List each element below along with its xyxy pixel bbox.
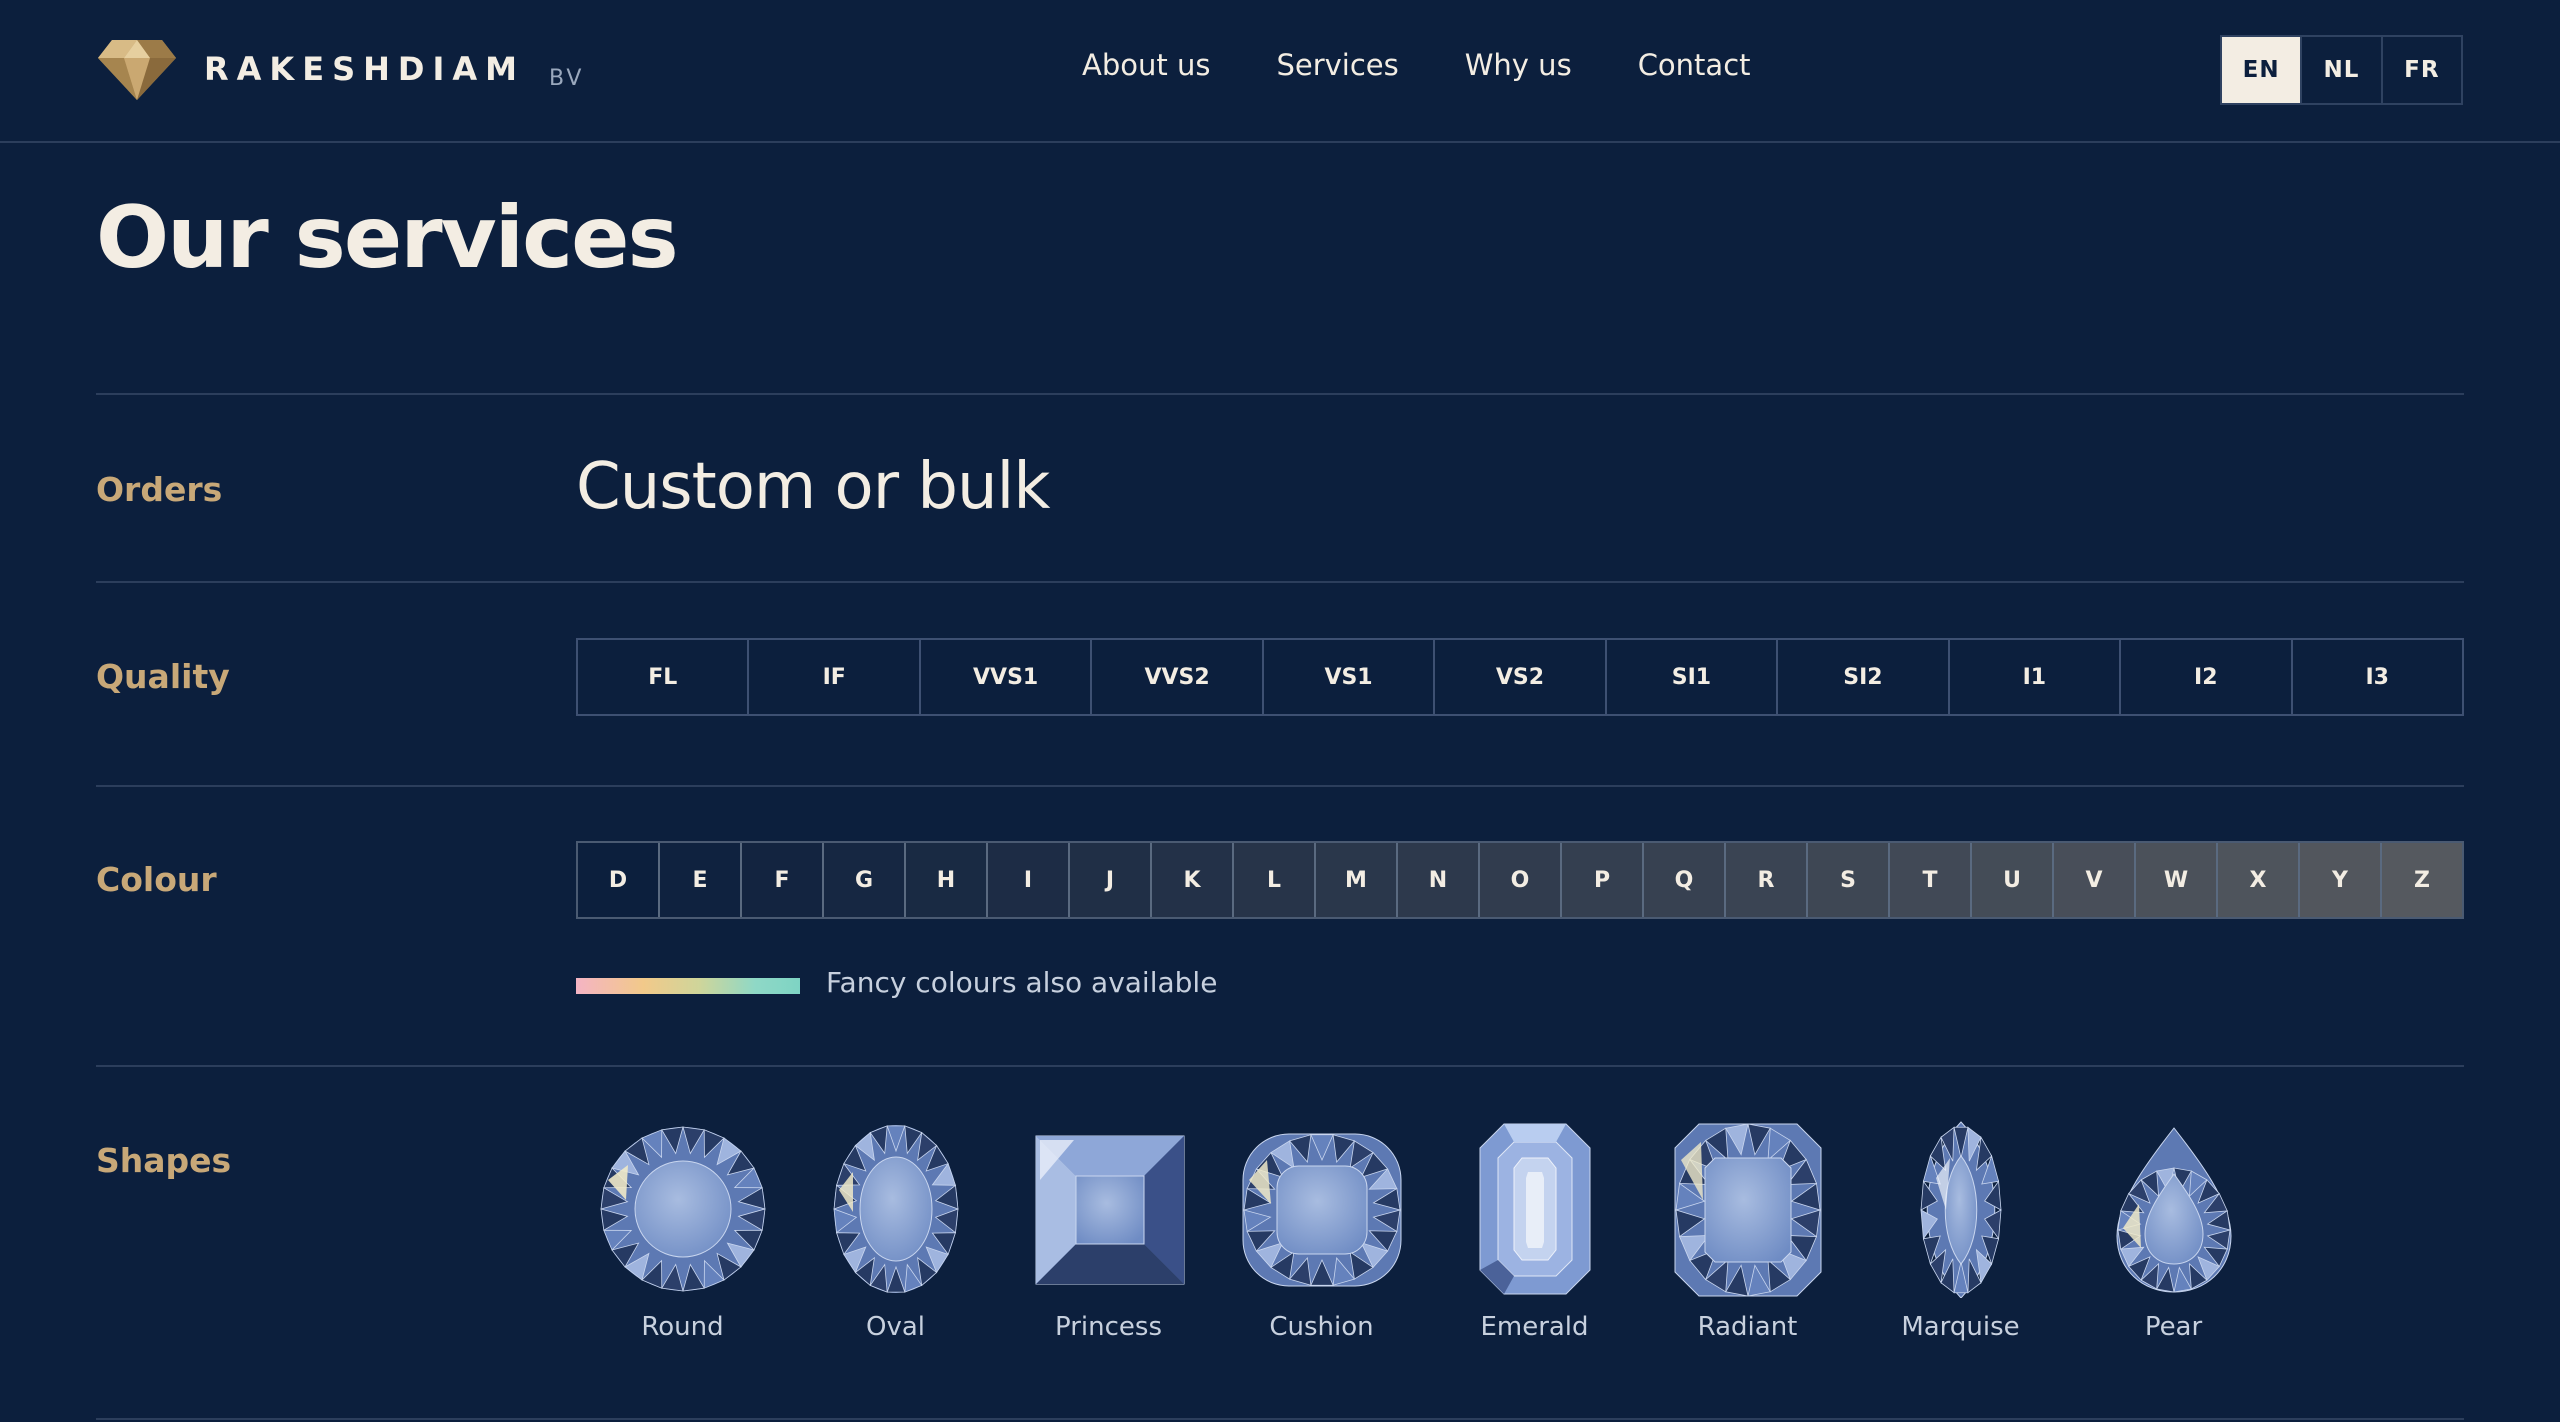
colour-grade-o[interactable]: O	[1480, 843, 1562, 917]
colour-grade-r[interactable]: R	[1726, 843, 1808, 917]
quality-grade-si1[interactable]: SI1	[1607, 640, 1779, 714]
colour-grade-q[interactable]: Q	[1644, 843, 1726, 917]
quality-grade-grid: FL IF VVS1 VVS2 VS1 VS2 SI1 SI2 I1 I2 I3	[576, 638, 2464, 716]
site-header: RAKESHDIAM BV About us Services Why us C…	[0, 0, 2560, 143]
divider	[96, 1418, 2464, 1420]
divider	[96, 785, 2464, 787]
nav-about-us[interactable]: About us	[1082, 48, 1210, 82]
orders-label: Orders	[96, 470, 223, 509]
divider	[96, 581, 2464, 583]
diamond-logo-icon	[98, 40, 176, 100]
quality-grade-fl[interactable]: FL	[578, 640, 750, 714]
language-fr-button[interactable]: FR	[2383, 37, 2461, 103]
nav-contact[interactable]: Contact	[1638, 48, 1751, 82]
quality-grade-i3[interactable]: I3	[2293, 640, 2462, 714]
quality-grade-vvs2[interactable]: VVS2	[1092, 640, 1264, 714]
quality-grade-i2[interactable]: I2	[2121, 640, 2293, 714]
orders-value: Custom or bulk	[576, 450, 1050, 524]
colour-grade-h[interactable]: H	[906, 843, 988, 917]
colour-label: Colour	[96, 860, 217, 899]
princess-diamond-icon	[1035, 1135, 1184, 1285]
marquise-diamond-icon	[1920, 1121, 2001, 1298]
colour-grade-g[interactable]: G	[824, 843, 906, 917]
shapes-list: Round Oval Princess Cushion Emerald Radiant Ma…	[576, 1120, 2280, 1342]
colour-grade-y[interactable]: Y	[2300, 843, 2382, 917]
quality-grade-si2[interactable]: SI2	[1778, 640, 1950, 714]
quality-label: Quality	[96, 657, 230, 696]
main-nav: About us Services Why us Contact	[1082, 48, 1751, 82]
colour-grade-e[interactable]: E	[660, 843, 742, 917]
quality-grade-vs1[interactable]: VS1	[1264, 640, 1436, 714]
shape-emerald[interactable]: Emerald	[1428, 1120, 1641, 1342]
colour-grade-k[interactable]: K	[1152, 843, 1234, 917]
language-nl-button[interactable]: NL	[2302, 37, 2383, 103]
colour-grade-m[interactable]: M	[1316, 843, 1398, 917]
colour-grade-l[interactable]: L	[1234, 843, 1316, 917]
quality-grade-i1[interactable]: I1	[1950, 640, 2122, 714]
page-title: Our services	[96, 188, 679, 288]
colour-grade-z[interactable]: Z	[2382, 843, 2462, 917]
shape-round[interactable]: Round	[576, 1120, 789, 1342]
colour-grade-i[interactable]: I	[988, 843, 1070, 917]
shape-marquise[interactable]: Marquise	[1854, 1120, 2067, 1342]
shape-label: Oval	[865, 1312, 925, 1342]
colour-grade-f[interactable]: F	[742, 843, 824, 917]
shape-pear[interactable]: Pear	[2067, 1120, 2280, 1342]
quality-grade-vs2[interactable]: VS2	[1435, 640, 1607, 714]
nav-why-us[interactable]: Why us	[1465, 48, 1572, 82]
colour-grade-n[interactable]: N	[1398, 843, 1480, 917]
fancy-colour-gradient	[576, 978, 800, 994]
quality-grade-if[interactable]: IF	[749, 640, 921, 714]
shape-cushion[interactable]: Cushion	[1215, 1120, 1428, 1342]
radiant-diamond-icon	[1674, 1123, 1821, 1297]
colour-grade-v[interactable]: V	[2054, 843, 2136, 917]
colour-grade-w[interactable]: W	[2136, 843, 2218, 917]
fancy-colours-note: Fancy colours also available	[826, 966, 1218, 999]
shape-label: Radiant	[1697, 1312, 1798, 1342]
shape-label: Marquise	[1901, 1312, 2020, 1342]
brand-name: RAKESHDIAM	[204, 50, 525, 88]
emerald-diamond-icon	[1479, 1123, 1590, 1295]
shapes-label: Shapes	[96, 1141, 232, 1180]
shape-radiant[interactable]: Radiant	[1641, 1120, 1854, 1342]
shape-label: Pear	[2144, 1312, 2203, 1342]
brand-suffix: BV	[548, 65, 585, 91]
divider	[96, 393, 2464, 395]
pear-diamond-icon	[2115, 1127, 2232, 1293]
logo[interactable]: RAKESHDIAM BV	[98, 38, 584, 100]
language-en-button[interactable]: EN	[2222, 37, 2303, 103]
nav-services[interactable]: Services	[1276, 48, 1398, 82]
oval-diamond-icon	[833, 1125, 958, 1293]
colour-grade-j[interactable]: J	[1070, 843, 1152, 917]
colour-grade-u[interactable]: U	[1972, 843, 2054, 917]
colour-grade-s[interactable]: S	[1808, 843, 1890, 917]
colour-grade-x[interactable]: X	[2218, 843, 2300, 917]
colour-grade-d[interactable]: D	[578, 843, 660, 917]
cushion-diamond-icon	[1242, 1133, 1401, 1287]
shape-oval[interactable]: Oval	[789, 1120, 1002, 1342]
shape-label: Emerald	[1480, 1312, 1589, 1342]
language-switcher: EN NL FR	[2220, 35, 2463, 105]
shape-label: Cushion	[1269, 1312, 1374, 1342]
shape-princess[interactable]: Princess	[1002, 1120, 1215, 1342]
colour-grade-p[interactable]: P	[1562, 843, 1644, 917]
round-diamond-icon	[600, 1126, 765, 1292]
colour-grade-t[interactable]: T	[1890, 843, 1972, 917]
colour-grade-grid: DEFGHIJKLMNOPQRSTUVWXYZ	[576, 841, 2464, 919]
divider	[96, 1065, 2464, 1067]
shape-label: Princess	[1055, 1312, 1162, 1342]
shape-label: Round	[641, 1312, 724, 1342]
quality-grade-vvs1[interactable]: VVS1	[921, 640, 1093, 714]
